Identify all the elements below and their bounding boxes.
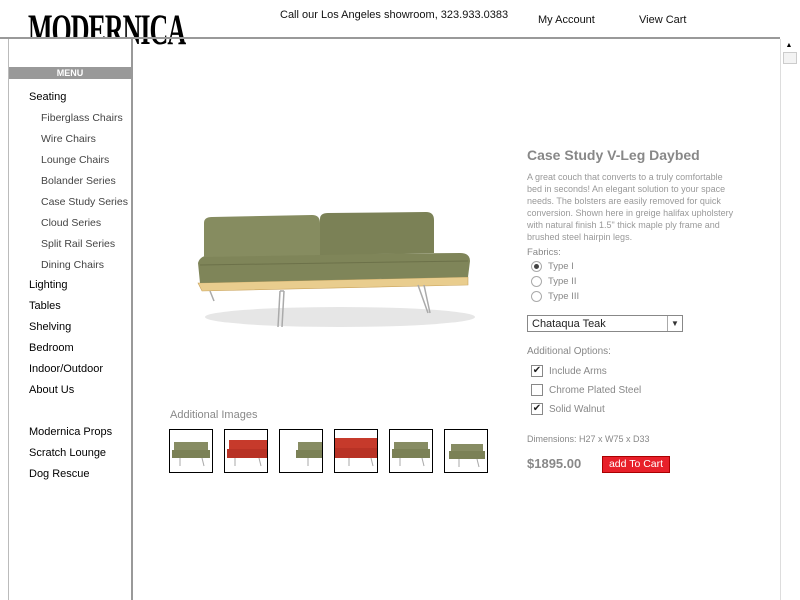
fabric-option-type-1[interactable]: Type I bbox=[531, 261, 574, 272]
showroom-phone: Call our Los Angeles showroom, 323.933.0… bbox=[280, 9, 509, 21]
radio-button[interactable] bbox=[531, 276, 542, 287]
thumbnail-4[interactable] bbox=[334, 429, 378, 473]
checkbox[interactable] bbox=[531, 384, 543, 396]
radio-button-selected[interactable] bbox=[531, 261, 542, 272]
thumbnail-6[interactable] bbox=[444, 429, 488, 473]
thumbnail-1[interactable] bbox=[169, 429, 213, 473]
radio-button[interactable] bbox=[531, 291, 542, 302]
dropdown-arrow-icon[interactable]: ▼ bbox=[667, 316, 682, 331]
product-image bbox=[197, 212, 475, 328]
fabric-option-type-3[interactable]: Type III bbox=[531, 291, 579, 302]
option-chrome-plated-steel[interactable]: Chrome Plated Steel bbox=[531, 384, 641, 396]
option-label: Solid Walnut bbox=[549, 403, 605, 415]
my-account-link[interactable]: My Account bbox=[538, 14, 595, 26]
thumbnail-5[interactable] bbox=[389, 429, 433, 473]
sidebar-item-split-rail-series[interactable]: Split Rail Series bbox=[41, 238, 115, 250]
thumbnail-3[interactable] bbox=[279, 429, 323, 473]
sidebar-item-bedroom[interactable]: Bedroom bbox=[29, 342, 74, 354]
checkbox-checked[interactable]: ✔ bbox=[531, 365, 543, 377]
fabric-option-label: Type II bbox=[548, 276, 577, 287]
view-cart-link[interactable]: View Cart bbox=[639, 14, 686, 26]
sidebar-item-modernica-props[interactable]: Modernica Props bbox=[29, 426, 112, 438]
sidebar-item-lounge-chairs[interactable]: Lounge Chairs bbox=[41, 154, 109, 166]
option-solid-walnut[interactable]: ✔ Solid Walnut bbox=[531, 403, 605, 415]
sidebar-item-lighting[interactable]: Lighting bbox=[29, 279, 68, 291]
option-include-arms[interactable]: ✔ Include Arms bbox=[531, 365, 607, 377]
sidebar-item-scratch-lounge[interactable]: Scratch Lounge bbox=[29, 447, 106, 459]
sidebar-item-wire-chairs[interactable]: Wire Chairs bbox=[41, 133, 96, 145]
sidebar-item-shelving[interactable]: Shelving bbox=[29, 321, 71, 333]
sidebar-item-case-study-series[interactable]: Case Study Series bbox=[41, 196, 128, 208]
add-to-cart-button[interactable]: add To Cart bbox=[602, 456, 670, 473]
fabric-option-type-2[interactable]: Type II bbox=[531, 276, 577, 287]
product-price: $1895.00 bbox=[527, 456, 582, 471]
sidebar-item-fiberglass-chairs[interactable]: Fiberglass Chairs bbox=[41, 112, 123, 124]
sidebar-item-tables[interactable]: Tables bbox=[29, 300, 61, 312]
sidebar-item-dog-rescue[interactable]: Dog Rescue bbox=[29, 468, 90, 480]
fabrics-label: Fabrics: bbox=[527, 247, 561, 258]
sofa-olive-thumb-icon bbox=[172, 442, 210, 467]
sidebar-item-about-us[interactable]: About Us bbox=[29, 384, 74, 396]
scroll-up-arrow-icon[interactable]: ▲ bbox=[781, 40, 797, 52]
additional-images-label: Additional Images bbox=[170, 409, 258, 421]
product-title: Case Study V-Leg Daybed bbox=[527, 147, 700, 163]
additional-options-label: Additional Options: bbox=[527, 346, 611, 357]
sofa-olive-thumb-icon bbox=[296, 442, 322, 466]
sidebar-item-indoor-outdoor[interactable]: Indoor/Outdoor bbox=[29, 363, 103, 375]
sofa-olive-thumb-icon bbox=[392, 442, 430, 467]
sidebar-item-seating[interactable]: Seating bbox=[29, 91, 66, 103]
sofa-red-thumb-icon bbox=[335, 438, 377, 467]
option-label: Chrome Plated Steel bbox=[549, 384, 642, 396]
sidebar: MENU Seating Fiberglass Chairs Wire Chai… bbox=[8, 39, 133, 600]
fabric-option-label: Type III bbox=[548, 291, 580, 302]
sofa-red-thumb-icon bbox=[227, 440, 267, 467]
finish-select-value: Chataqua Teak bbox=[532, 318, 606, 330]
vertical-scrollbar[interactable] bbox=[780, 39, 799, 600]
sidebar-item-bolander-series[interactable]: Bolander Series bbox=[41, 175, 116, 187]
fabric-option-label: Type I bbox=[548, 261, 574, 272]
sidebar-item-dining-chairs[interactable]: Dining Chairs bbox=[41, 259, 104, 271]
finish-select[interactable]: Chataqua Teak ▼ bbox=[527, 315, 683, 332]
checkbox-checked[interactable]: ✔ bbox=[531, 403, 543, 415]
product-dimensions: Dimensions: H27 x W75 x D33 bbox=[527, 434, 650, 444]
thumbnail-2[interactable] bbox=[224, 429, 268, 473]
menu-header: MENU bbox=[9, 67, 131, 79]
sofa-olive-thumb-icon bbox=[449, 444, 485, 468]
product-description: A great couch that converts to a truly c… bbox=[527, 172, 734, 242]
scroll-thumb[interactable] bbox=[783, 52, 797, 64]
sidebar-item-cloud-series[interactable]: Cloud Series bbox=[41, 217, 101, 229]
option-label: Include Arms bbox=[549, 365, 607, 377]
